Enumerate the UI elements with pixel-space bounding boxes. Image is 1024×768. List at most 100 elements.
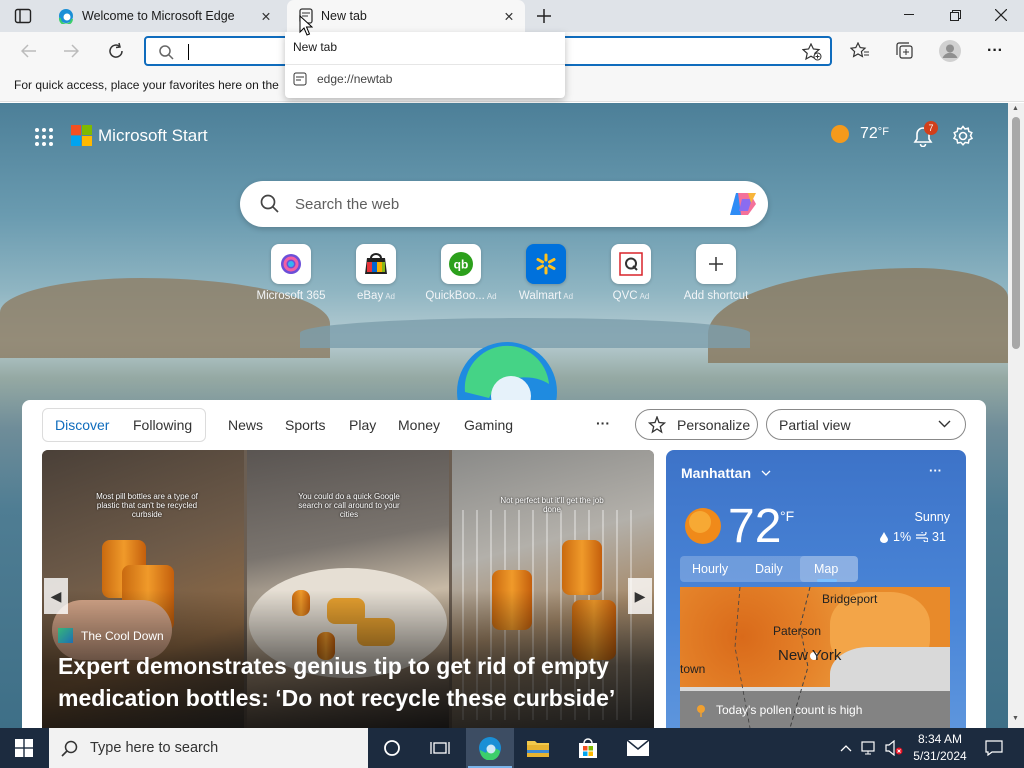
article-headline[interactable]: Expert demonstrates genius tip to get ri… bbox=[58, 650, 643, 714]
personalize-button[interactable]: Personalize bbox=[635, 409, 758, 440]
more-options-icon[interactable]: ··· bbox=[980, 37, 1010, 65]
temp-unit: °F bbox=[780, 508, 795, 524]
shortcut-label: QuickBoo... bbox=[425, 290, 485, 302]
ad-label: Ad bbox=[486, 292, 497, 301]
star-sparkle-icon bbox=[648, 415, 666, 434]
start-button[interactable] bbox=[0, 728, 48, 768]
precipitation: 1% bbox=[880, 530, 911, 544]
system-clock[interactable]: 8:34 AM 5/31/2024 bbox=[908, 731, 972, 765]
wind-icon bbox=[916, 532, 928, 542]
more-tabs-icon[interactable]: ··· bbox=[596, 415, 610, 431]
edge-icon bbox=[58, 8, 74, 24]
feed-panel: Discover Following News Sports Play Mone… bbox=[22, 400, 986, 728]
shortcut-label: Walmart bbox=[518, 290, 562, 302]
tab-new-tab[interactable]: New tab ✕ bbox=[287, 0, 525, 32]
photo-caption: Not perfect but it'll get the job done bbox=[500, 496, 604, 514]
weather-summary[interactable]: 72 °F bbox=[830, 124, 889, 144]
weather-map[interactable]: Bridgeport Paterson New York town Today'… bbox=[680, 587, 950, 728]
next-arrow-icon[interactable]: ▶ bbox=[628, 578, 652, 614]
refresh-button[interactable] bbox=[101, 37, 131, 65]
tab-gaming[interactable]: Gaming bbox=[464, 417, 513, 433]
cortana-icon[interactable] bbox=[368, 728, 416, 768]
forward-button[interactable] bbox=[56, 37, 86, 65]
taskbar-edge-icon[interactable] bbox=[466, 728, 514, 768]
taskbar-search-box[interactable]: Type here to search bbox=[49, 728, 368, 768]
copilot-icon[interactable] bbox=[728, 191, 758, 217]
shortcut-label: eBay bbox=[356, 290, 384, 302]
settings-gear-icon[interactable] bbox=[952, 125, 974, 147]
wind-value: 31 bbox=[932, 530, 946, 544]
location-select[interactable]: Manhattan bbox=[681, 465, 771, 481]
photo-caption: Most pill bottles are a type of plastic … bbox=[96, 492, 198, 519]
article-source[interactable]: The Cool Down bbox=[58, 628, 164, 643]
map-label: Bridgeport bbox=[822, 592, 878, 606]
notification-badge: 7 bbox=[924, 121, 938, 135]
location-name: Manhattan bbox=[681, 465, 751, 481]
show-hidden-icons-chevron[interactable] bbox=[834, 728, 858, 768]
notification-center-icon[interactable] bbox=[970, 728, 1018, 768]
restore-button[interactable] bbox=[932, 0, 978, 30]
shortcut-qvc[interactable]: QVC Ad bbox=[586, 244, 676, 302]
wind: 31 bbox=[916, 530, 946, 544]
file-explorer-icon[interactable] bbox=[514, 728, 562, 768]
collections-icon[interactable] bbox=[890, 37, 920, 65]
tab-hourly[interactable]: Hourly bbox=[692, 562, 728, 576]
tab-actions-icon[interactable] bbox=[14, 8, 32, 24]
app-launcher-icon[interactable] bbox=[34, 127, 54, 147]
web-search-placeholder: Search the web bbox=[295, 196, 400, 213]
tab-daily[interactable]: Daily bbox=[755, 562, 783, 576]
address-suggestions: New tab edge://newtab bbox=[285, 32, 565, 98]
favorites-icon[interactable] bbox=[845, 37, 875, 65]
close-window-button[interactable] bbox=[978, 0, 1024, 30]
microsoft-store-icon[interactable] bbox=[564, 728, 612, 768]
tab-discover[interactable]: Discover bbox=[55, 417, 109, 433]
current-temp: 72 bbox=[728, 500, 782, 553]
shortcut-label: Microsoft 365 bbox=[256, 290, 326, 302]
task-view-icon[interactable] bbox=[416, 728, 464, 768]
tab-news[interactable]: News bbox=[228, 417, 263, 433]
chevron-down-icon bbox=[938, 420, 951, 428]
microsoft-start-logo[interactable]: Microsoft Start bbox=[71, 125, 208, 146]
scroll-thumb[interactable] bbox=[1012, 117, 1020, 349]
add-shortcut-button[interactable]: Add shortcut bbox=[671, 244, 761, 302]
tab-sports[interactable]: Sports bbox=[285, 417, 325, 433]
back-button[interactable] bbox=[14, 37, 44, 65]
tab-money[interactable]: Money bbox=[398, 417, 440, 433]
previous-arrow-icon[interactable]: ◀ bbox=[44, 578, 68, 614]
new-tab-button[interactable] bbox=[533, 5, 555, 27]
tab-play[interactable]: Play bbox=[349, 417, 376, 433]
ad-label: Ad bbox=[639, 292, 650, 301]
pill-bottle bbox=[562, 540, 602, 595]
source-name: The Cool Down bbox=[81, 628, 164, 643]
close-tab-icon[interactable]: ✕ bbox=[258, 8, 274, 24]
view-select[interactable]: Partial view bbox=[766, 409, 966, 440]
shortcut-label: Add shortcut bbox=[683, 290, 749, 302]
tab-following[interactable]: Following bbox=[133, 417, 192, 433]
web-search-box[interactable]: Search the web bbox=[240, 181, 768, 227]
scroll-down-arrow-icon[interactable]: ▼ bbox=[1012, 715, 1019, 722]
shortcut-walmart[interactable]: Walmart Ad bbox=[501, 244, 591, 302]
suggestion-item[interactable]: edge://newtab bbox=[293, 72, 392, 86]
more-options-icon[interactable]: ··· bbox=[929, 463, 942, 478]
volume-muted-icon[interactable] bbox=[882, 728, 906, 768]
scroll-up-arrow-icon[interactable]: ▲ bbox=[1012, 105, 1019, 112]
tab-welcome[interactable]: Welcome to Microsoft Edge ✕ bbox=[48, 0, 282, 32]
minimize-button[interactable] bbox=[886, 0, 932, 30]
add-favorite-icon[interactable] bbox=[802, 43, 822, 61]
shortcut-ebay[interactable]: eBay Ad bbox=[331, 244, 421, 302]
close-tab-icon[interactable]: ✕ bbox=[501, 8, 517, 24]
pollen-alert[interactable]: Today's pollen count is high bbox=[680, 691, 950, 728]
map-label: Paterson bbox=[773, 624, 822, 638]
profile-avatar[interactable] bbox=[935, 37, 965, 65]
mail-icon[interactable] bbox=[614, 728, 662, 768]
view-select-value: Partial view bbox=[779, 416, 851, 433]
shortcut-microsoft-365[interactable]: Microsoft 365 bbox=[246, 244, 336, 302]
hero-article[interactable]: Most pill bottles are a type of plastic … bbox=[42, 450, 654, 728]
network-icon[interactable] bbox=[858, 728, 882, 768]
weather-view-tabs: Hourly Daily Map bbox=[680, 556, 858, 582]
suggestion-item[interactable]: New tab bbox=[293, 40, 337, 54]
shortcut-quickbooks[interactable]: qb QuickBoo... Ad bbox=[416, 244, 506, 302]
quickbooks-icon: qb bbox=[441, 244, 481, 284]
svg-text:qb: qb bbox=[454, 258, 469, 272]
tab-label: New tab bbox=[321, 9, 367, 23]
